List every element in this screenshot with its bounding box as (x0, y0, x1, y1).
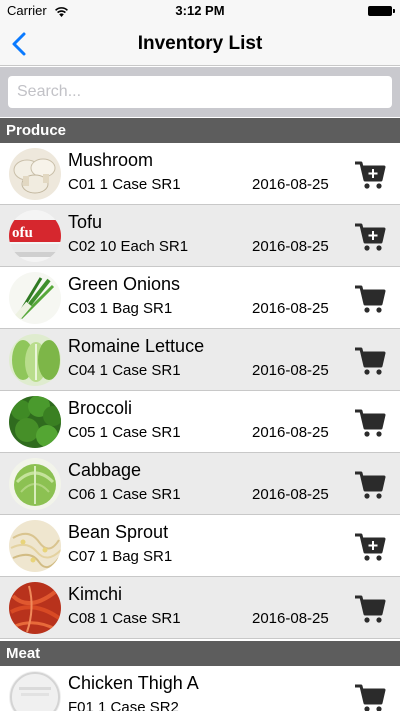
item-name: Chicken Thigh A (68, 673, 199, 693)
section-label: Produce (6, 122, 67, 139)
item-name: Romaine Lettuce (68, 336, 205, 356)
cart-button[interactable] (354, 594, 386, 624)
item-date: 2016-08-25 (252, 300, 329, 317)
item-date: 2016-08-25 (252, 362, 329, 379)
kimchi-image (9, 582, 61, 634)
item-date: 2016-08-25 (252, 424, 329, 441)
status-time: 3:12 PM (175, 3, 225, 18)
cart-icon (355, 285, 386, 313)
item-name: Tofu (68, 212, 103, 232)
item-detail: C04 1 Case SR1 (68, 362, 181, 379)
svg-text:ofu: ofu (12, 225, 33, 241)
placeholder-image (9, 671, 61, 711)
chevron-left-icon (12, 32, 26, 56)
list-item[interactable]: Kimchi C08 1 Case SR1 2016-08-25 (0, 577, 400, 639)
page-title: Inventory List (137, 33, 263, 54)
item-date: 2016-08-25 (252, 486, 329, 503)
item-detail: C01 1 Case SR1 (68, 176, 181, 193)
cart-plus-icon (355, 533, 386, 561)
section-header-produce: Produce (0, 118, 400, 143)
search-input[interactable] (8, 76, 392, 108)
cabbage-image (9, 458, 61, 510)
item-name: Broccoli (68, 398, 133, 418)
item-detail: C03 1 Bag SR1 (68, 300, 173, 317)
broccoli-image (9, 396, 61, 448)
cart-plus-icon (355, 161, 386, 189)
item-date: 2016-08-25 (252, 238, 329, 255)
tofu-image: ofu (9, 210, 61, 262)
item-detail: C07 1 Bag SR1 (68, 548, 173, 565)
cart-plus-icon (355, 223, 386, 251)
cart-icon (355, 595, 386, 623)
search-bar (0, 67, 400, 117)
navigation-bar: Inventory List (0, 22, 400, 66)
item-detail: C06 1 Case SR1 (68, 486, 181, 503)
item-detail: C02 10 Each SR1 (68, 238, 189, 255)
list-item[interactable]: Bean Sprout C07 1 Bag SR1 (0, 515, 400, 577)
cart-icon (355, 409, 386, 437)
cart-icon (355, 347, 386, 375)
list-item[interactable]: Cabbage C06 1 Case SR1 2016-08-25 (0, 453, 400, 515)
add-to-cart-button[interactable] (354, 222, 386, 252)
item-detail: F01 1 Case SR2 (68, 699, 179, 711)
add-to-cart-button[interactable] (354, 160, 386, 190)
item-date: 2016-08-25 (252, 176, 329, 193)
item-detail: C08 1 Case SR1 (68, 610, 181, 627)
item-date: 2016-08-25 (252, 610, 329, 627)
item-name: Cabbage (68, 460, 142, 480)
item-name: Kimchi (68, 584, 123, 604)
list-item[interactable]: ofu Tofu C02 10 Each SR1 2016-08-25 (0, 205, 400, 267)
romaine-lettuce-image (9, 334, 61, 386)
item-detail: C05 1 Case SR1 (68, 424, 181, 441)
item-name: Mushroom (68, 150, 154, 170)
mushroom-image (9, 148, 61, 200)
bean-sprout-image (9, 520, 61, 572)
section-header-meat: Meat (0, 641, 400, 666)
item-name: Green Onions (68, 274, 181, 294)
battery-icon (368, 6, 395, 16)
back-button[interactable] (4, 28, 36, 60)
cart-icon (355, 471, 386, 499)
cart-button[interactable] (354, 284, 386, 314)
list-item[interactable]: Romaine Lettuce C04 1 Case SR1 2016-08-2… (0, 329, 400, 391)
list-item[interactable]: Chicken Thigh A F01 1 Case SR2 (0, 666, 400, 711)
section-label: Meat (6, 645, 41, 662)
status-bar: Carrier 3:12 PM (0, 0, 400, 22)
cart-button[interactable] (354, 683, 386, 711)
list-item[interactable]: Mushroom C01 1 Case SR1 2016-08-25 (0, 143, 400, 205)
cart-button[interactable] (354, 470, 386, 500)
cart-icon (355, 684, 386, 711)
item-name: Bean Sprout (68, 522, 169, 542)
green-onions-image (9, 272, 61, 324)
cart-button[interactable] (354, 346, 386, 376)
list-item[interactable]: Green Onions C03 1 Bag SR1 2016-08-25 (0, 267, 400, 329)
add-to-cart-button[interactable] (354, 532, 386, 562)
cart-button[interactable] (354, 408, 386, 438)
list-item[interactable]: Broccoli C05 1 Case SR1 2016-08-25 (0, 391, 400, 453)
